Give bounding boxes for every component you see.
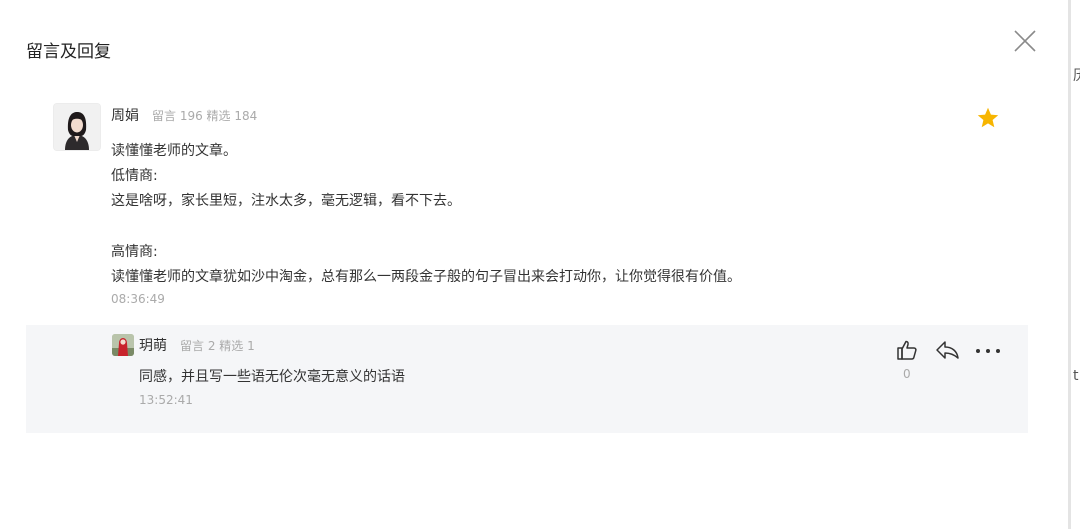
thumbs-up-icon[interactable] (896, 339, 918, 361)
comment-author[interactable]: 周娟 (111, 105, 139, 125)
background-text: t (1073, 368, 1079, 384)
background-text: 历 (1073, 65, 1080, 85)
comment-timestamp: 08:36:49 (111, 292, 165, 306)
close-icon[interactable] (1012, 28, 1038, 54)
comment-line: 这是啥呀，家长里短，注水太多，毫无逻辑，看不下去。 (111, 193, 461, 209)
comment-line: 高情商: (111, 244, 158, 260)
star-icon[interactable] (976, 106, 1000, 130)
reply-author[interactable]: 玥萌 (139, 335, 167, 355)
comment-line: 读懂懂老师的文章犹如沙中淘金，总有那么一两段金子般的句子冒出来会打动你，让你觉得… (111, 269, 741, 285)
like-count: 0 (903, 367, 911, 381)
comments-dialog: 留言及回复 周娟 留言 196 精选 184 读懂懂老师的文章。 低情商: 这是… (0, 0, 1068, 529)
avatar[interactable] (53, 103, 101, 151)
reply-author-stats: 留言 2 精选 1 (180, 339, 255, 353)
comment-line: 低情商: (111, 168, 158, 184)
comment-author-stats: 留言 196 精选 184 (152, 109, 258, 123)
reply-timestamp: 13:52:41 (139, 393, 193, 407)
reply-icon[interactable] (935, 339, 960, 361)
dialog-title: 留言及回复 (26, 42, 111, 62)
more-icon[interactable] (975, 343, 1001, 357)
background-page-edge: 历 t (1068, 0, 1080, 529)
avatar[interactable] (112, 334, 134, 356)
comment-line: 读懂懂老师的文章。 (111, 143, 237, 159)
reply-text: 同感，并且写一些语无伦次毫无意义的话语 (139, 369, 405, 385)
